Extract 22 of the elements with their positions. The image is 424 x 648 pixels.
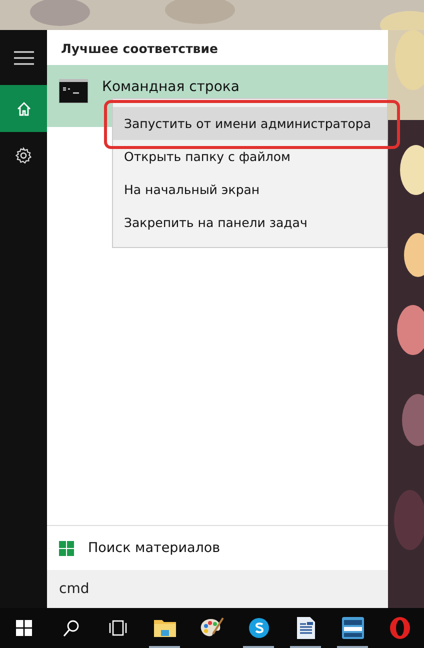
section-header: Лучшее соответствие bbox=[60, 40, 219, 58]
web-search-label: Поиск материалов bbox=[88, 538, 220, 558]
document-icon bbox=[296, 616, 316, 640]
menu-item[interactable]: Закрепить на панели задач bbox=[113, 206, 387, 239]
opera-icon bbox=[388, 616, 410, 640]
result-title: Командная строка bbox=[102, 78, 240, 97]
web-search-row[interactable]: Поиск материалов bbox=[47, 526, 388, 570]
skype-icon bbox=[248, 617, 270, 639]
windows-logo-icon bbox=[59, 540, 74, 556]
home-icon bbox=[16, 100, 32, 116]
menu-item[interactable]: Запустить от имени администратора bbox=[113, 107, 387, 140]
search-field[interactable]: cmd bbox=[47, 570, 388, 608]
search-icon bbox=[62, 620, 78, 636]
folder-icon bbox=[152, 618, 176, 638]
settings-icon bbox=[15, 147, 32, 164]
task-view-icon bbox=[108, 620, 128, 636]
window-icon bbox=[340, 616, 364, 640]
menu-item[interactable]: На начальный экран bbox=[113, 173, 387, 206]
menu-item[interactable]: Открыть папку с файлом bbox=[113, 140, 387, 173]
windows-logo-icon bbox=[16, 620, 32, 636]
terminal-icon bbox=[59, 79, 88, 103]
menu-icon bbox=[14, 50, 34, 64]
